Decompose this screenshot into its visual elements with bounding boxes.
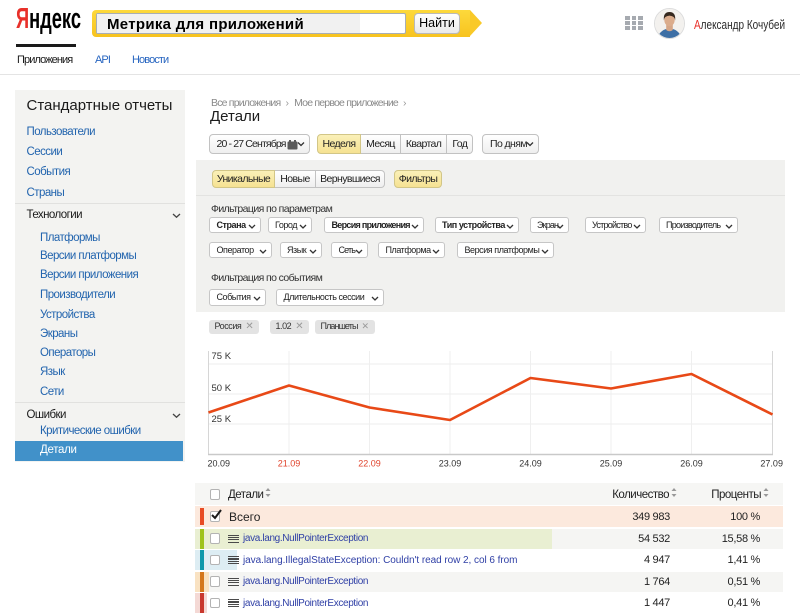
svg-text:75 K: 75 K	[212, 351, 232, 362]
svg-text:22.09: 22.09	[358, 459, 381, 469]
svg-text:24.09: 24.09	[519, 459, 542, 469]
svg-text:20.09: 20.09	[208, 459, 231, 469]
svg-text:23.09: 23.09	[439, 459, 462, 469]
svg-text:21.09: 21.09	[278, 459, 301, 469]
svg-text:25 K: 25 K	[212, 414, 232, 425]
svg-text:25.09: 25.09	[600, 459, 623, 469]
svg-text:27.09: 27.09	[760, 459, 783, 469]
svg-text:50 K: 50 K	[212, 383, 232, 394]
svg-text:26.09: 26.09	[680, 459, 703, 469]
